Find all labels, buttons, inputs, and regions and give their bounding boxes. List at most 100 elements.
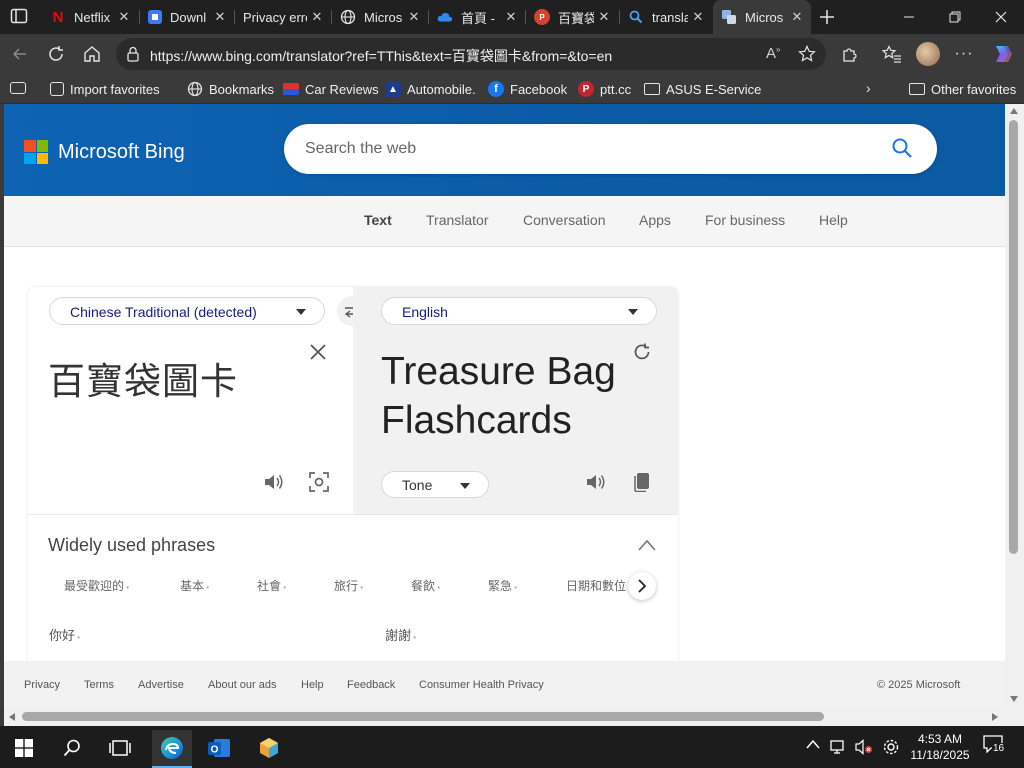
refresh-button[interactable] [42, 40, 70, 68]
listen-translation-button[interactable] [583, 469, 609, 495]
footer-link-consumer-health[interactable]: Consumer Health Privacy [419, 679, 544, 691]
footer-link-privacy[interactable]: Privacy [24, 679, 60, 691]
source-text-input[interactable]: 百寶袋圖卡 [48, 351, 238, 405]
bing-logo[interactable]: Microsoft Bing [24, 140, 185, 164]
extensions-button[interactable] [836, 40, 864, 68]
phrase-category[interactable]: 最受歡迎的 [64, 577, 129, 594]
scroll-up-icon[interactable] [1010, 108, 1018, 114]
phrase-category[interactable]: 餐飲 [411, 577, 440, 594]
vertical-scrollbar[interactable] [1005, 104, 1024, 708]
image-translate-button[interactable] [306, 469, 332, 495]
horizontal-scrollbar[interactable] [4, 708, 1005, 726]
settings-gear-icon[interactable] [882, 738, 900, 756]
fav-import-favorites[interactable]: Import favorites [50, 80, 160, 98]
close-tab-icon[interactable]: ✕ [501, 9, 521, 25]
next-categories-button[interactable] [628, 572, 656, 600]
close-tab-icon[interactable]: ✕ [114, 9, 134, 25]
tab-microsoft[interactable]: Micros ✕ [332, 0, 428, 34]
new-tab-button[interactable] [816, 6, 838, 28]
address-bar[interactable]: https://www.bing.com/translator?ref=TThi… [116, 38, 826, 70]
tone-select[interactable]: Tone [381, 471, 489, 498]
close-tab-icon[interactable]: ✕ [594, 9, 614, 25]
taskbar-edge[interactable] [152, 730, 192, 768]
phrase-category[interactable]: 日期和數位 [566, 577, 631, 594]
close-tab-icon[interactable]: ✕ [210, 9, 230, 25]
chevron-up-icon[interactable] [638, 539, 656, 551]
retranslate-button[interactable] [629, 339, 655, 365]
phrase-category[interactable]: 社會 [257, 577, 286, 594]
clear-text-button[interactable] [305, 339, 331, 365]
tab-download[interactable]: Downl ✕ [140, 0, 234, 34]
fav-other-favorites[interactable]: Other favorites [909, 80, 1016, 98]
scroll-left-icon[interactable] [9, 713, 15, 721]
system-clock[interactable]: 4:53 AM 11/18/2025 [908, 731, 972, 763]
footer-link-help[interactable]: Help [301, 679, 324, 691]
phrase-item[interactable]: 謝謝 [385, 625, 416, 644]
close-tab-icon[interactable]: ✕ [307, 9, 327, 25]
close-tab-icon[interactable]: ✕ [404, 9, 424, 25]
minimize-button[interactable] [886, 0, 932, 34]
fav-facebook[interactable]: f Facebook [488, 80, 567, 98]
taskbar-search-button[interactable] [57, 733, 87, 763]
footer-link-feedback[interactable]: Feedback [347, 679, 395, 691]
chevron-up-icon[interactable] [806, 739, 820, 749]
tab-microsoft-translator[interactable]: Micros ✕ [713, 0, 811, 34]
horizontal-scroll-thumb[interactable] [22, 712, 824, 721]
search-input[interactable]: Search the web [284, 124, 937, 174]
fav-car-reviews[interactable]: Car Reviews [283, 80, 379, 98]
tab-onedrive[interactable]: 首頁 - ✕ [429, 0, 525, 34]
restore-button[interactable] [932, 0, 978, 34]
fav-asus-eservice[interactable]: ASUS E-Service [644, 80, 761, 98]
profile-button[interactable] [914, 40, 942, 68]
scroll-down-icon[interactable] [1010, 696, 1018, 702]
tab-actions-button[interactable] [10, 8, 30, 26]
network-icon[interactable] [830, 739, 848, 755]
notification-center-button[interactable]: 16 [983, 735, 1009, 759]
scroll-right-icon[interactable] [992, 713, 998, 721]
home-button[interactable] [78, 40, 106, 68]
target-language-select[interactable]: English [381, 297, 657, 325]
copy-translation-button[interactable] [629, 469, 655, 495]
fav-bookmarks[interactable]: Bookmarks [187, 80, 274, 98]
taskbar-outlook[interactable]: O [204, 733, 234, 763]
settings-menu-button[interactable]: ··· [950, 40, 978, 68]
read-aloud-icon[interactable]: A» [766, 45, 780, 62]
tab-privacy-error[interactable]: Privacy error ✕ [235, 0, 331, 34]
favorites-button[interactable] [878, 40, 906, 68]
task-view-button[interactable] [105, 733, 135, 763]
phrase-item[interactable]: 你好 [49, 625, 80, 644]
subnav-translator[interactable]: Translator [426, 212, 489, 228]
listen-source-button[interactable] [261, 469, 287, 495]
url-text[interactable]: https://www.bing.com/translator?ref=TThi… [150, 46, 612, 66]
subnav-apps[interactable]: Apps [639, 212, 671, 228]
footer-link-terms[interactable]: Terms [84, 679, 114, 691]
phrase-category[interactable]: 基本 [180, 577, 209, 594]
copilot-button[interactable] [988, 40, 1016, 68]
subnav-text[interactable]: Text [364, 212, 392, 228]
footer-link-about-ads[interactable]: About our ads [208, 679, 277, 691]
back-button[interactable] [6, 40, 34, 68]
close-tab-icon[interactable]: ✕ [787, 9, 807, 25]
footer-link-advertise[interactable]: Advertise [138, 679, 184, 691]
taskbar-app[interactable] [254, 733, 284, 763]
favorite-star-icon[interactable] [798, 45, 816, 63]
tab-pdf[interactable]: P 百寶袋 ✕ [526, 0, 618, 34]
start-button[interactable] [9, 733, 39, 763]
fav-ptt[interactable]: P ptt.cc [578, 80, 631, 98]
subnav-for-business[interactable]: For business [705, 212, 785, 228]
close-window-button[interactable] [978, 0, 1024, 34]
close-tab-icon[interactable]: ✕ [688, 9, 708, 25]
tab-translate-search[interactable]: transla ✕ [620, 0, 712, 34]
search-icon[interactable] [891, 137, 913, 159]
phrase-category[interactable]: 旅行 [334, 577, 363, 594]
vertical-scroll-thumb[interactable] [1009, 120, 1018, 554]
phrase-category[interactable]: 緊急 [488, 577, 517, 594]
volume-muted-icon[interactable] [855, 739, 873, 755]
chevron-right-icon[interactable]: › [866, 80, 871, 96]
sidebar-toggle-icon[interactable] [10, 82, 26, 94]
subnav-help[interactable]: Help [819, 212, 848, 228]
tab-netflix[interactable]: N Netflix ✕ [42, 0, 138, 34]
source-language-select[interactable]: Chinese Traditional (detected) [49, 297, 325, 325]
lock-icon[interactable] [126, 46, 140, 62]
subnav-conversation[interactable]: Conversation [523, 212, 606, 228]
